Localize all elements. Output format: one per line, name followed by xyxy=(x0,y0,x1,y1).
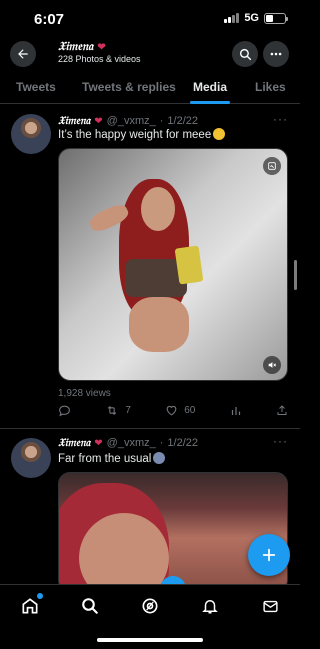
home-indicator xyxy=(97,638,203,642)
photo-region xyxy=(141,187,175,231)
retweet-count: 7 xyxy=(125,405,131,416)
profile-tabs: Tweets Tweets & replies Media Likes xyxy=(0,72,300,104)
battery-icon xyxy=(264,12,288,24)
messages-icon xyxy=(262,600,278,612)
tweet-more-icon[interactable]: ··· xyxy=(273,434,288,448)
view-count: 1,928 views xyxy=(58,388,111,399)
like-button[interactable]: 60 xyxy=(165,404,195,417)
tweet-author-name[interactable]: 𝔛𝔦𝔪𝔢𝔫𝔞 xyxy=(58,114,90,128)
profile-name-text: 𝔛𝔦𝔪𝔢𝔫𝔞 xyxy=(58,39,94,53)
photo-region xyxy=(174,245,204,285)
tweet-header: 𝔛𝔦𝔪𝔢𝔫𝔞 ❤ @_vxmz_ · 1/2/22 xyxy=(58,436,198,450)
nav-spaces[interactable] xyxy=(139,595,161,617)
profile-header: 𝔛𝔦𝔪𝔢𝔫𝔞 ❤ 228 Photos & videos xyxy=(0,36,300,72)
like-icon xyxy=(166,405,177,416)
heart-emoji: ❤ xyxy=(94,438,103,449)
notification-dot xyxy=(37,593,43,599)
network-label: 5G xyxy=(244,12,259,24)
signal-icon xyxy=(224,13,240,23)
speaking-head-icon xyxy=(153,452,166,464)
reply-button[interactable] xyxy=(58,404,71,417)
back-button[interactable] xyxy=(10,41,36,67)
tab-media[interactable]: Media xyxy=(193,80,227,94)
tweet-text: It’s the happy weight for meee xyxy=(58,128,226,141)
retweet-button[interactable]: 7 xyxy=(105,404,131,417)
analytics-icon xyxy=(231,406,240,415)
tweet-media-image[interactable] xyxy=(58,472,288,592)
more-icon xyxy=(270,52,282,56)
pleading-face-icon xyxy=(213,128,226,140)
retweet-icon xyxy=(108,405,117,416)
tweet-author-name[interactable]: 𝔛𝔦𝔪𝔢𝔫𝔞 xyxy=(58,436,90,450)
tweet-handle[interactable]: @_vxmz_ xyxy=(107,115,156,127)
nav-explore[interactable] xyxy=(79,595,101,617)
nav-notifications[interactable] xyxy=(199,595,221,617)
home-icon xyxy=(22,598,38,614)
tab-tweets[interactable]: Tweets xyxy=(16,80,56,94)
back-arrow-icon xyxy=(18,49,28,59)
tweet-actions: 7 60 xyxy=(58,404,288,417)
tweet-header: 𝔛𝔦𝔪𝔢𝔫𝔞 ❤ @_vxmz_ · 1/2/22 xyxy=(58,114,198,128)
tweet-media-image[interactable] xyxy=(58,148,288,381)
tweet-text: Far from the usual xyxy=(58,452,166,465)
compose-tweet-button[interactable] xyxy=(248,534,290,576)
share-icon xyxy=(277,405,287,415)
heart-emoji: ❤ xyxy=(94,116,103,127)
analytics-button[interactable] xyxy=(230,405,242,417)
tab-likes[interactable]: Likes xyxy=(255,80,286,94)
like-count: 60 xyxy=(184,405,196,416)
scroll-indicator[interactable] xyxy=(294,260,297,290)
notifications-icon xyxy=(202,600,218,614)
photo-region xyxy=(129,297,189,352)
status-bar: 6:07 5G xyxy=(0,0,300,36)
tweet-date[interactable]: 1/2/22 xyxy=(167,437,198,449)
compose-icon xyxy=(262,548,276,562)
status-time: 6:07 xyxy=(34,11,65,28)
explore-icon xyxy=(82,598,98,614)
mute-icon[interactable] xyxy=(263,356,281,374)
more-button[interactable] xyxy=(263,41,289,67)
tab-tweets-replies[interactable]: Tweets & replies xyxy=(82,80,176,94)
tweet-date[interactable]: 1/2/22 xyxy=(167,115,198,127)
reply-icon xyxy=(59,405,70,417)
spaces-icon xyxy=(142,598,158,614)
share-button[interactable] xyxy=(276,404,288,417)
tweet-separator: · xyxy=(159,115,164,127)
tweet-text-content: It’s the happy weight for meee xyxy=(58,129,212,141)
profile-name: 𝔛𝔦𝔪𝔢𝔫𝔞 ❤ xyxy=(58,39,106,54)
search-button[interactable] xyxy=(232,41,258,67)
nav-messages[interactable] xyxy=(259,595,281,617)
media-settings-icon[interactable] xyxy=(263,157,281,175)
search-icon xyxy=(239,48,251,60)
media-count: 228 Photos & videos xyxy=(58,54,141,64)
tweet-handle[interactable]: @_vxmz_ xyxy=(107,437,156,449)
status-indicators: 5G xyxy=(224,12,288,24)
nav-home[interactable] xyxy=(19,593,43,617)
avatar[interactable] xyxy=(11,114,51,154)
tweet[interactable]: 𝔛𝔦𝔪𝔢𝔫𝔞 ❤ @_vxmz_ · 1/2/22 ··· It’s the h… xyxy=(0,104,300,428)
heart-emoji: ❤ xyxy=(97,42,106,53)
tweet-text-content: Far from the usual xyxy=(58,453,152,465)
tweet-separator: · xyxy=(159,437,164,449)
bottom-navigation xyxy=(0,584,300,649)
tweet-more-icon[interactable]: ··· xyxy=(273,112,288,126)
avatar[interactable] xyxy=(11,438,51,478)
